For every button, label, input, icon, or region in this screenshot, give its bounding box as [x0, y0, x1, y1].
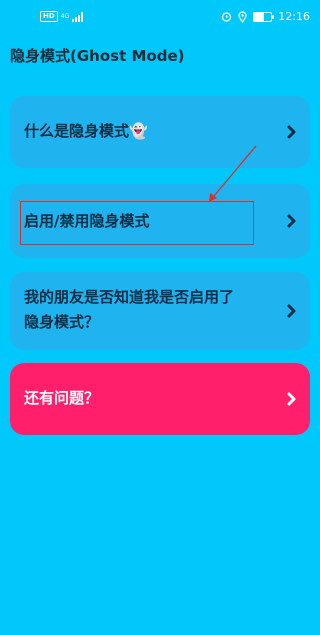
annotation-arrow	[209, 145, 257, 202]
